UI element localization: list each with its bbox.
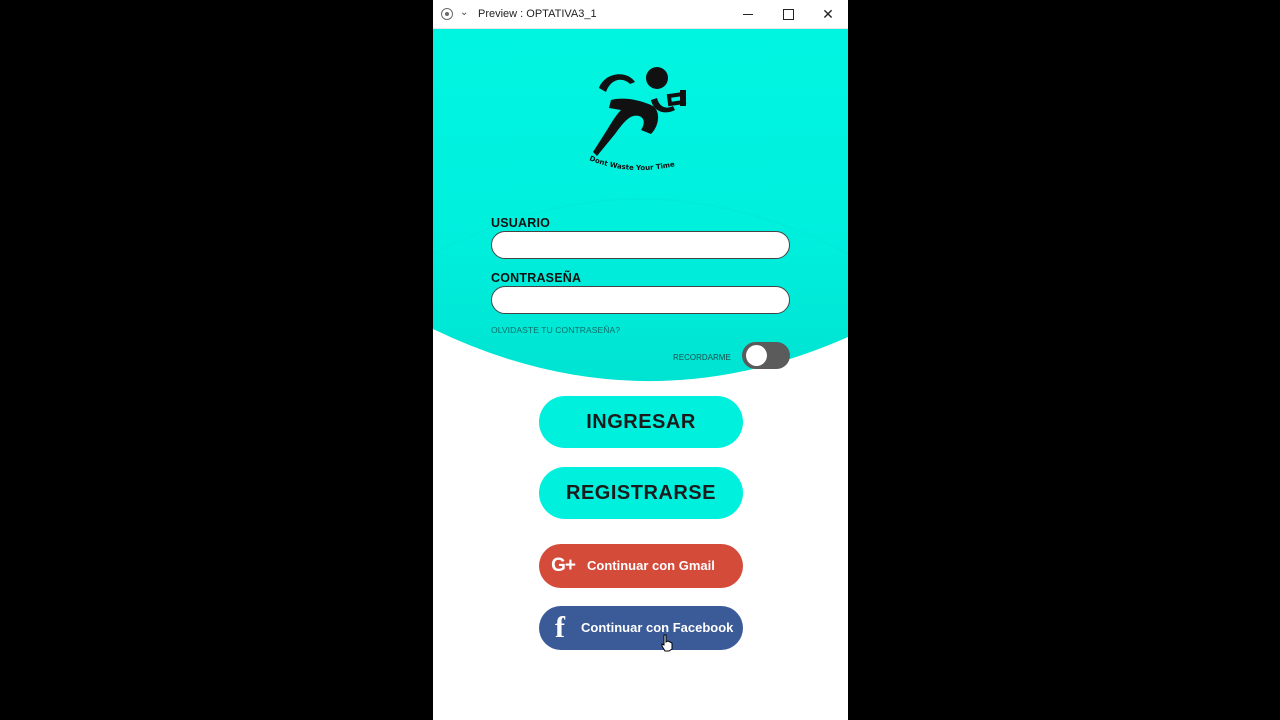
svg-text:Dont Waste Your Time: Dont Waste Your Time (588, 154, 675, 172)
password-input[interactable] (491, 286, 790, 314)
chevron-down-icon[interactable]: ⌄ (460, 7, 468, 18)
maximize-button[interactable] (768, 0, 808, 29)
register-button[interactable]: REGISTRARSE (539, 467, 743, 519)
password-label: CONTRASEÑA (491, 271, 582, 285)
facebook-icon: f (555, 611, 565, 644)
facebook-button[interactable]: f Continuar con Facebook (539, 606, 743, 650)
toggle-knob (746, 345, 767, 366)
close-icon: ✕ (822, 6, 834, 22)
window-title: Preview : OPTATIVA3_1 (478, 8, 597, 20)
minimize-button[interactable] (728, 0, 768, 29)
remember-toggle[interactable] (742, 342, 790, 369)
logo: Dont Waste Your Time (583, 60, 703, 175)
forgot-password-link[interactable]: OLVIDASTE TU CONTRASEÑA? (491, 325, 620, 335)
app-window: ⌄ Preview : OPTATIVA3_1 ✕ Dont Waste You… (433, 0, 848, 720)
facebook-button-label: Continuar con Facebook (581, 620, 734, 635)
title-bar: ⌄ Preview : OPTATIVA3_1 ✕ (433, 0, 848, 29)
logo-tagline: Dont Waste Your Time (588, 154, 675, 172)
login-button[interactable]: INGRESAR (539, 396, 743, 448)
google-plus-icon: G+ (551, 555, 576, 576)
gmail-button[interactable]: G+ Continuar con Gmail (539, 544, 743, 588)
username-label: USUARIO (491, 216, 551, 230)
hand-cursor-icon (661, 634, 673, 652)
close-button[interactable]: ✕ (808, 0, 848, 29)
minimize-icon (743, 14, 753, 15)
gmail-button-label: Continuar con Gmail (587, 558, 715, 573)
username-input[interactable] (491, 231, 790, 259)
maximize-icon (782, 9, 794, 20)
app-icon[interactable] (441, 8, 453, 20)
remember-label: RECORDARME (673, 353, 731, 362)
